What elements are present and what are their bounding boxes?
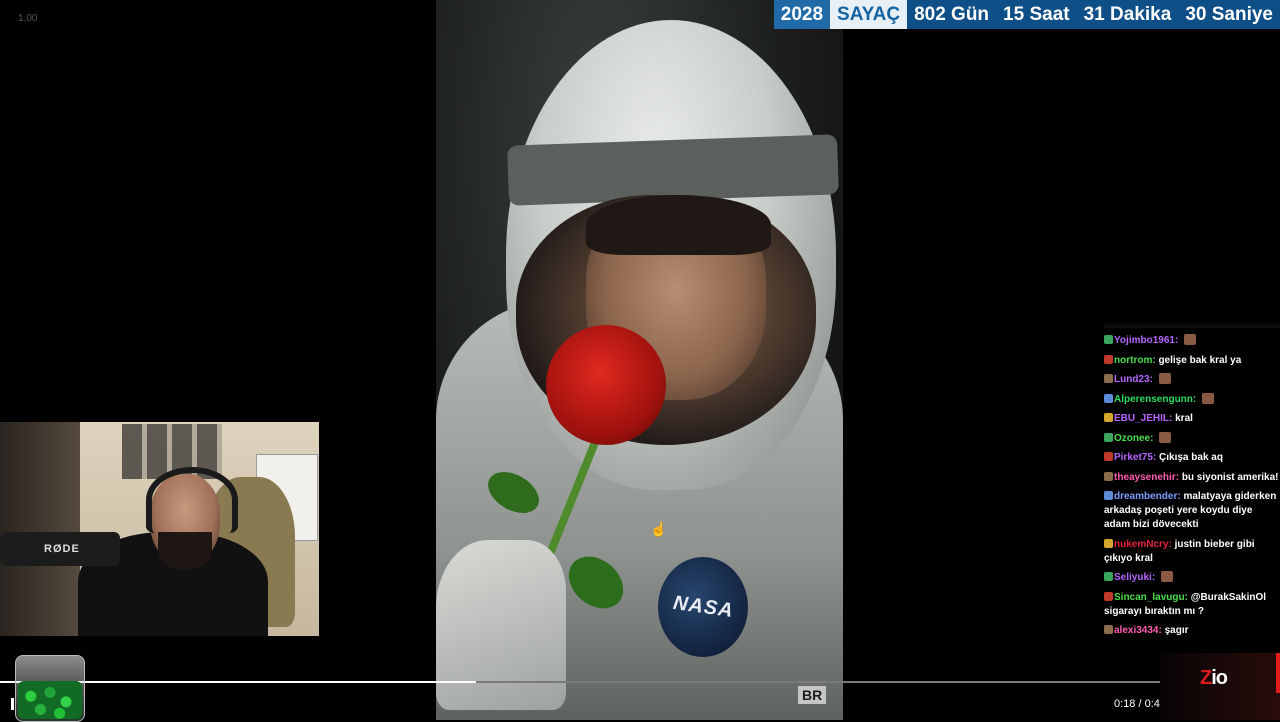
chat-username[interactable]: Alperensengunn bbox=[1114, 394, 1193, 405]
chat-message: Yojimbo1961: bbox=[1104, 334, 1280, 348]
playback-speed-label: 1.00 bbox=[18, 13, 38, 24]
user-badge-icon bbox=[1104, 432, 1113, 442]
emote-icon bbox=[1184, 334, 1197, 345]
emote-icon bbox=[1202, 392, 1215, 404]
chat-text: gelişe bak kral ya bbox=[1158, 354, 1242, 366]
counter-year: 2028 bbox=[773, 0, 831, 29]
chat-username[interactable]: EBU_JEHIL bbox=[1114, 413, 1169, 424]
channel-logo: Zio bbox=[1160, 653, 1280, 720]
chat-username[interactable]: Pirket75 bbox=[1114, 452, 1153, 463]
counter-minutes-unit: Dakika bbox=[1110, 4, 1172, 25]
chat-text: şagır bbox=[1164, 625, 1189, 636]
chat-username[interactable]: Ozonee bbox=[1114, 433, 1150, 444]
chat-message: nortrom: gelişe bak kral ya bbox=[1104, 354, 1280, 368]
counter-days-unit: Gün bbox=[951, 4, 990, 25]
chat-separator: : bbox=[1149, 374, 1156, 385]
counter-hours: 15 Saat bbox=[996, 0, 1077, 29]
user-badge-icon bbox=[1104, 354, 1113, 364]
chat-message: alexi3434: şagır bbox=[1104, 624, 1280, 638]
chat-message: theaysenehir: bu siyonist amerika! bbox=[1104, 471, 1280, 485]
chat-message: Lund23: bbox=[1104, 373, 1280, 387]
chat-message: EBU_JEHIL: kral bbox=[1104, 412, 1280, 426]
counter-minutes-number: 31 bbox=[1083, 4, 1105, 25]
counter-seconds: 30 Saniye bbox=[1178, 0, 1280, 29]
gem-jar-fill bbox=[18, 681, 82, 719]
progress-bar[interactable] bbox=[0, 681, 1160, 683]
chat-username[interactable]: Lund23 bbox=[1114, 374, 1150, 385]
chat-message: Alperensengunn: bbox=[1104, 392, 1280, 407]
counter-days-number: 802 bbox=[914, 4, 946, 25]
gem-jar-widget bbox=[15, 655, 85, 722]
emote-icon bbox=[1158, 373, 1171, 384]
emote-icon bbox=[1160, 571, 1173, 582]
counter-hours-number: 15 bbox=[1003, 4, 1025, 25]
chat-message: dreambender: malatyaya giderken arkadaş … bbox=[1104, 490, 1280, 532]
chat-separator: : bbox=[1150, 432, 1157, 444]
chat-username[interactable]: dreambender bbox=[1114, 491, 1177, 502]
chat-message-list: Yojimbo1961: nortrom: gelişe bak kral ya… bbox=[1104, 334, 1280, 638]
counter-minutes: 31 Dakika bbox=[1077, 0, 1179, 29]
chat-fade bbox=[1104, 322, 1280, 328]
chat-message: Seliyuki: bbox=[1104, 571, 1280, 585]
chat-username[interactable]: Sincan_lavugu bbox=[1114, 592, 1185, 603]
chat-text: bu siyonist amerika! bbox=[1181, 471, 1279, 483]
counter-seconds-unit: Saniye bbox=[1211, 4, 1273, 25]
chat-separator: : bbox=[1192, 393, 1200, 405]
logo-accent-bar bbox=[1276, 653, 1280, 693]
chat-username[interactable]: alexi3434 bbox=[1114, 625, 1159, 636]
user-badge-icon bbox=[1104, 625, 1113, 634]
logo-z: Z bbox=[1200, 667, 1212, 689]
pause-icon[interactable] bbox=[11, 698, 14, 710]
chat-username[interactable]: Yojimbo1961 bbox=[1114, 335, 1175, 346]
user-badge-icon bbox=[1104, 491, 1113, 500]
counter-seconds-number: 30 bbox=[1185, 4, 1207, 25]
counter-label: SAYAÇ bbox=[830, 0, 908, 29]
logo-text: Zio bbox=[1200, 667, 1228, 690]
user-badge-icon bbox=[1104, 452, 1113, 461]
mic-brand-label: RØDE bbox=[44, 543, 80, 555]
chat-username[interactable]: Seliyuki bbox=[1114, 572, 1152, 583]
webcam-overlay: RØDE bbox=[0, 422, 319, 636]
user-badge-icon bbox=[1104, 471, 1113, 481]
chat-message: Pirket75: Çıkışa bak aq bbox=[1104, 451, 1280, 465]
user-badge-icon bbox=[1104, 572, 1113, 581]
suit-label: BR bbox=[798, 686, 827, 704]
chat-separator: : bbox=[1174, 335, 1182, 346]
astronaut-hair bbox=[586, 195, 771, 255]
user-badge-icon bbox=[1104, 413, 1113, 422]
user-badge-icon bbox=[1104, 335, 1113, 344]
user-badge-icon bbox=[1104, 374, 1113, 383]
hand-cursor-icon: ☝ bbox=[650, 521, 668, 537]
chat-panel: Yojimbo1961: nortrom: gelişe bak kral ya… bbox=[1104, 322, 1280, 644]
video-player[interactable]: NASA BR bbox=[436, 0, 843, 720]
chat-message: Sincan_lavugu: @BurakSakinOl sigarayı bı… bbox=[1104, 591, 1280, 619]
spacesuit-glove bbox=[436, 540, 566, 710]
headset-icon bbox=[146, 467, 238, 533]
user-badge-icon bbox=[1104, 538, 1113, 548]
chat-text: kral bbox=[1175, 413, 1193, 424]
nasa-patch-text: NASA bbox=[671, 591, 735, 622]
counter-hours-unit: Saat bbox=[1029, 4, 1070, 25]
nasa-patch: NASA bbox=[658, 557, 748, 657]
chat-username[interactable]: nukemNcry bbox=[1114, 539, 1168, 550]
time-display: 0:18 / 0:4 bbox=[1114, 698, 1160, 710]
user-badge-icon bbox=[1104, 393, 1113, 403]
microphone: RØDE bbox=[0, 532, 120, 566]
rose-flower bbox=[546, 325, 666, 445]
countdown-bar: 2028 SAYAÇ 802 Gün 15 Saat 31 Dakika 30 … bbox=[773, 0, 1280, 29]
chat-username[interactable]: nortrom bbox=[1114, 355, 1152, 366]
chat-username[interactable]: theaysenehir bbox=[1114, 472, 1176, 483]
chat-message: Ozonee: bbox=[1104, 431, 1280, 446]
logo-rest: io bbox=[1211, 667, 1228, 689]
emote-icon bbox=[1159, 431, 1172, 443]
chat-separator: : bbox=[1151, 572, 1158, 583]
chat-text: Çıkışa bak aq bbox=[1159, 452, 1223, 463]
counter-days: 802 Gün bbox=[907, 0, 996, 29]
user-badge-icon bbox=[1104, 591, 1113, 601]
chat-message: nukemNcry: justin bieber gibi çıkıyo kra… bbox=[1104, 538, 1280, 566]
streamer-beard bbox=[158, 532, 212, 570]
